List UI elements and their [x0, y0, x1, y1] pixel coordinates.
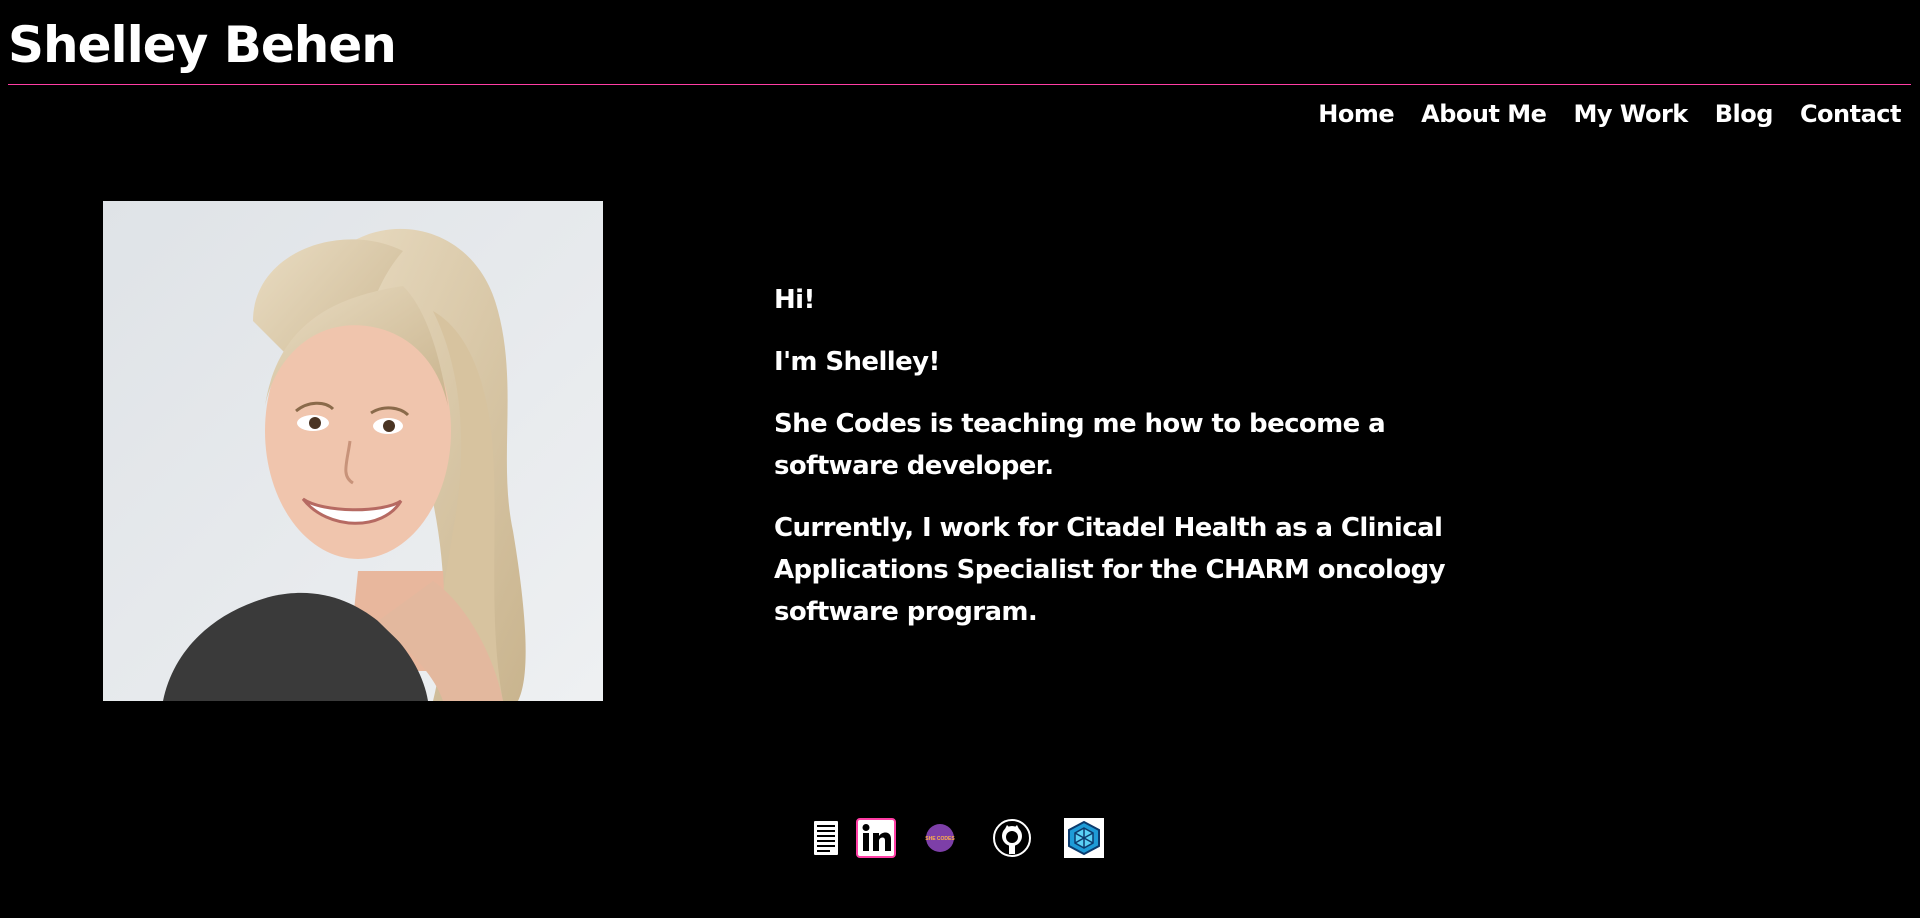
nav-my-work[interactable]: My Work — [1573, 96, 1688, 132]
linkedin-icon — [856, 818, 896, 858]
header-divider — [8, 84, 1911, 85]
svg-text:SHE CODES: SHE CODES — [925, 836, 955, 842]
site-header: Shelley Behen — [0, 0, 1920, 90]
intro-work: Currently, I work for Citadel Health as … — [774, 513, 1446, 627]
resume-link[interactable] — [806, 818, 846, 858]
nav-contact[interactable]: Contact — [1800, 96, 1902, 132]
intro-she-codes: She Codes is teaching me how to become a… — [774, 409, 1386, 481]
github-icon — [992, 818, 1032, 858]
nav-about-me[interactable]: About Me — [1421, 96, 1547, 132]
main-nav: Home About Me My Work Blog Contact — [1318, 96, 1901, 132]
codepen-icon — [1064, 818, 1104, 858]
nav-home[interactable]: Home — [1318, 96, 1394, 132]
intro-name: I'm Shelley! — [774, 347, 940, 377]
intro-greeting: Hi! — [774, 285, 815, 315]
site-title: Shelley Behen — [8, 16, 397, 74]
she-codes-link[interactable]: SHE CODES — [920, 818, 960, 858]
nav-blog[interactable]: Blog — [1715, 96, 1774, 132]
she-codes-icon: SHE CODES — [920, 818, 960, 858]
intro-section: Hi! I'm Shelley! She Codes is teaching m… — [774, 279, 1474, 653]
github-link[interactable] — [992, 818, 1032, 858]
social-links: SHE CODES — [806, 817, 1104, 859]
codepen-link[interactable] — [1064, 818, 1104, 858]
profile-photo — [103, 201, 603, 701]
linkedin-link[interactable] — [856, 818, 896, 858]
resume-icon — [806, 818, 846, 858]
